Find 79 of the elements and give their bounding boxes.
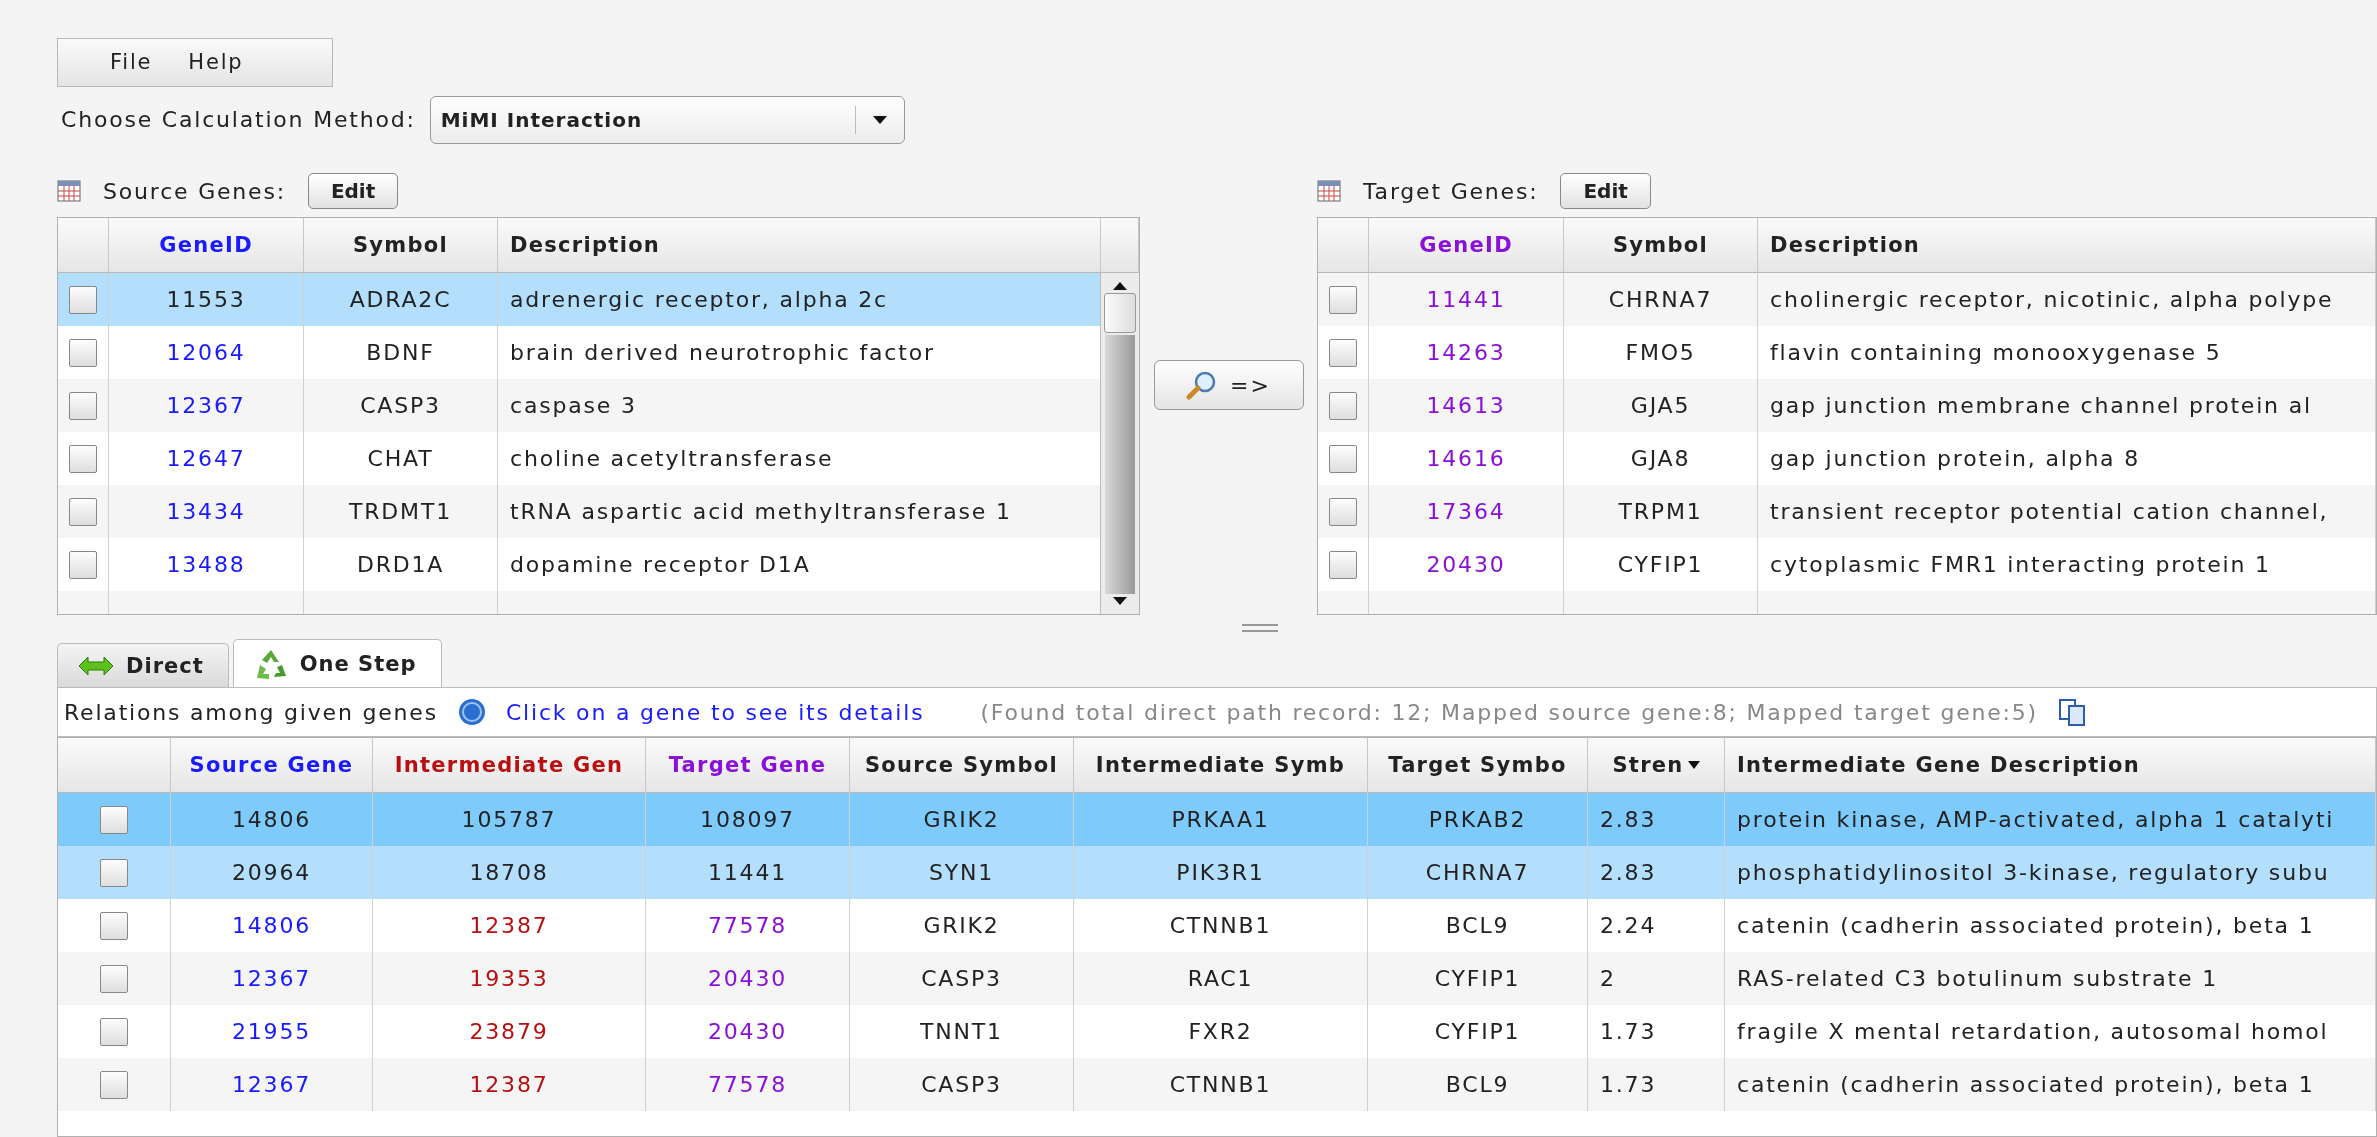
column-header[interactable]: Description [1758, 218, 2376, 273]
column-header[interactable]: Symbol [1564, 218, 1758, 273]
column-header[interactable]: Target Gene [646, 738, 850, 793]
target-genes-label: Target Genes: [1363, 178, 1539, 204]
column-header[interactable]: GeneID [109, 218, 304, 273]
column-header[interactable]: GeneID [1369, 218, 1564, 273]
table-cell: catenin (cadherin associated protein), beta 1 [1725, 1058, 2376, 1111]
table-row[interactable]: 14613 GJA5 gap junction membrane channel protein al [1318, 379, 2376, 432]
splitter-grip-icon[interactable] [1242, 623, 1278, 633]
column-header[interactable]: Stren [1588, 738, 1725, 793]
header-cell [58, 218, 109, 273]
row-checkbox[interactable] [1329, 550, 1357, 579]
column-header[interactable]: Source Symbol [850, 738, 1074, 793]
row-checkbox[interactable] [69, 497, 97, 526]
double-arrow-icon [78, 654, 114, 677]
scrollbar[interactable] [1100, 273, 1139, 614]
help-icon[interactable] [457, 698, 486, 726]
table-icon [1317, 180, 1341, 202]
table-cell: 12387 [373, 1058, 646, 1111]
table-row[interactable]: 12367 12387 77578 CASP3 CTNNB1 BCL9 1.73 catenin (cadherin associated protein), beta 1 [58, 1058, 2376, 1111]
table-row[interactable]: 11553 ADRA2C adrenergic receptor, alpha 2c [58, 273, 1101, 326]
table-icon [57, 180, 81, 202]
header-cell [1101, 218, 1139, 273]
tab[interactable]: Direct [57, 643, 229, 687]
column-header[interactable]: Description [498, 218, 1101, 273]
table-cell: BCL9 [1368, 1058, 1588, 1111]
method-label: Choose Calculation Method: [61, 107, 416, 133]
tab[interactable]: One Step [232, 639, 442, 687]
up-arrow-icon[interactable] [1113, 281, 1127, 291]
row-checkbox[interactable] [69, 285, 97, 314]
row-checkbox[interactable] [1329, 444, 1357, 473]
table-row[interactable]: 12367 CASP3 caspase 3 [58, 379, 1101, 432]
row-checkbox[interactable] [69, 550, 97, 579]
row-checkbox[interactable] [1329, 391, 1357, 420]
summary-text: (Found total direct path record: 12; Mapped source gene:8; Mapped target gene:5) [980, 699, 2038, 725]
row-checkbox[interactable] [100, 964, 128, 993]
row-checkbox[interactable] [100, 911, 128, 940]
edit-button[interactable]: Edit [1560, 173, 1651, 209]
table-cell: CTNNB1 [1074, 1058, 1368, 1111]
column-header[interactable]: Symbol [304, 218, 498, 273]
table-cell: 1.73 [1588, 1058, 1725, 1111]
edit-button[interactable]: Edit [307, 173, 399, 209]
table-row[interactable]: 13434 TRDMT1 tRNA aspartic acid methyltransferase 1 [58, 485, 1101, 538]
table-cell: 77578 [646, 1058, 850, 1111]
details-link[interactable]: Click on a gene to see its details [505, 699, 925, 725]
row-checkbox[interactable] [100, 805, 128, 834]
table-row[interactable]: 14806 105787 108097 GRIK2 PRKAA1 PRKAB2 2.83 protein kinase, AMP-activated, alpha 1 catalyti [58, 793, 2376, 846]
caret-icon [872, 114, 887, 125]
column-header[interactable]: Intermediate Gene Description [1725, 738, 2376, 793]
row-checkbox[interactable] [100, 1070, 128, 1099]
table-row[interactable]: 11441 CHRNA7 cholinergic receptor, nicotinic, alpha polype [1318, 273, 2376, 326]
source-genes-label: Source Genes: [103, 178, 286, 204]
row-checkbox[interactable] [100, 858, 128, 887]
menu-item[interactable]: Help [188, 50, 244, 75]
column-header[interactable]: Intermediate Gen [373, 738, 646, 793]
row-checkbox[interactable] [69, 338, 97, 367]
table-row[interactable]: 12367 19353 20430 CASP3 RAC1 CYFIP1 2 RAS-related C3 botulinum substrate 1 [58, 952, 2376, 1005]
search-button[interactable]: => [1153, 360, 1304, 410]
sort-down-icon [1687, 760, 1700, 770]
row-checkbox[interactable] [69, 444, 97, 473]
row-checkbox[interactable] [1329, 497, 1357, 526]
copy-icon[interactable] [2058, 698, 2086, 726]
column-header[interactable]: Target Symbo [1368, 738, 1588, 793]
row-checkbox[interactable] [100, 1017, 128, 1046]
down-arrow-icon[interactable] [1113, 596, 1127, 606]
method-dropdown[interactable]: MiMI Interaction [429, 95, 905, 144]
header-cell [1318, 218, 1369, 273]
relations-caption: Relations among given genes [64, 699, 438, 725]
menu-item[interactable]: File [110, 50, 153, 75]
scrollbar-thumb[interactable] [1104, 293, 1136, 333]
row-checkbox[interactable] [69, 391, 97, 420]
row-checkbox[interactable] [1329, 285, 1357, 314]
table-cell: 12367 [171, 1058, 373, 1111]
column-header[interactable]: Intermediate Symb [1074, 738, 1368, 793]
table-row[interactable]: 20964 18708 11441 SYN1 PIK3R1 CHRNA7 2.83 phosphatidylinositol 3-kinase, regulatory subu [58, 846, 2376, 899]
table-row[interactable]: 17364 TRPM1 transient receptor potential cation channel, [1318, 485, 2376, 538]
row-checkbox[interactable] [1329, 338, 1357, 367]
table-cell: CASP3 [850, 1058, 1074, 1111]
column-header[interactable]: Source Gene [171, 738, 373, 793]
